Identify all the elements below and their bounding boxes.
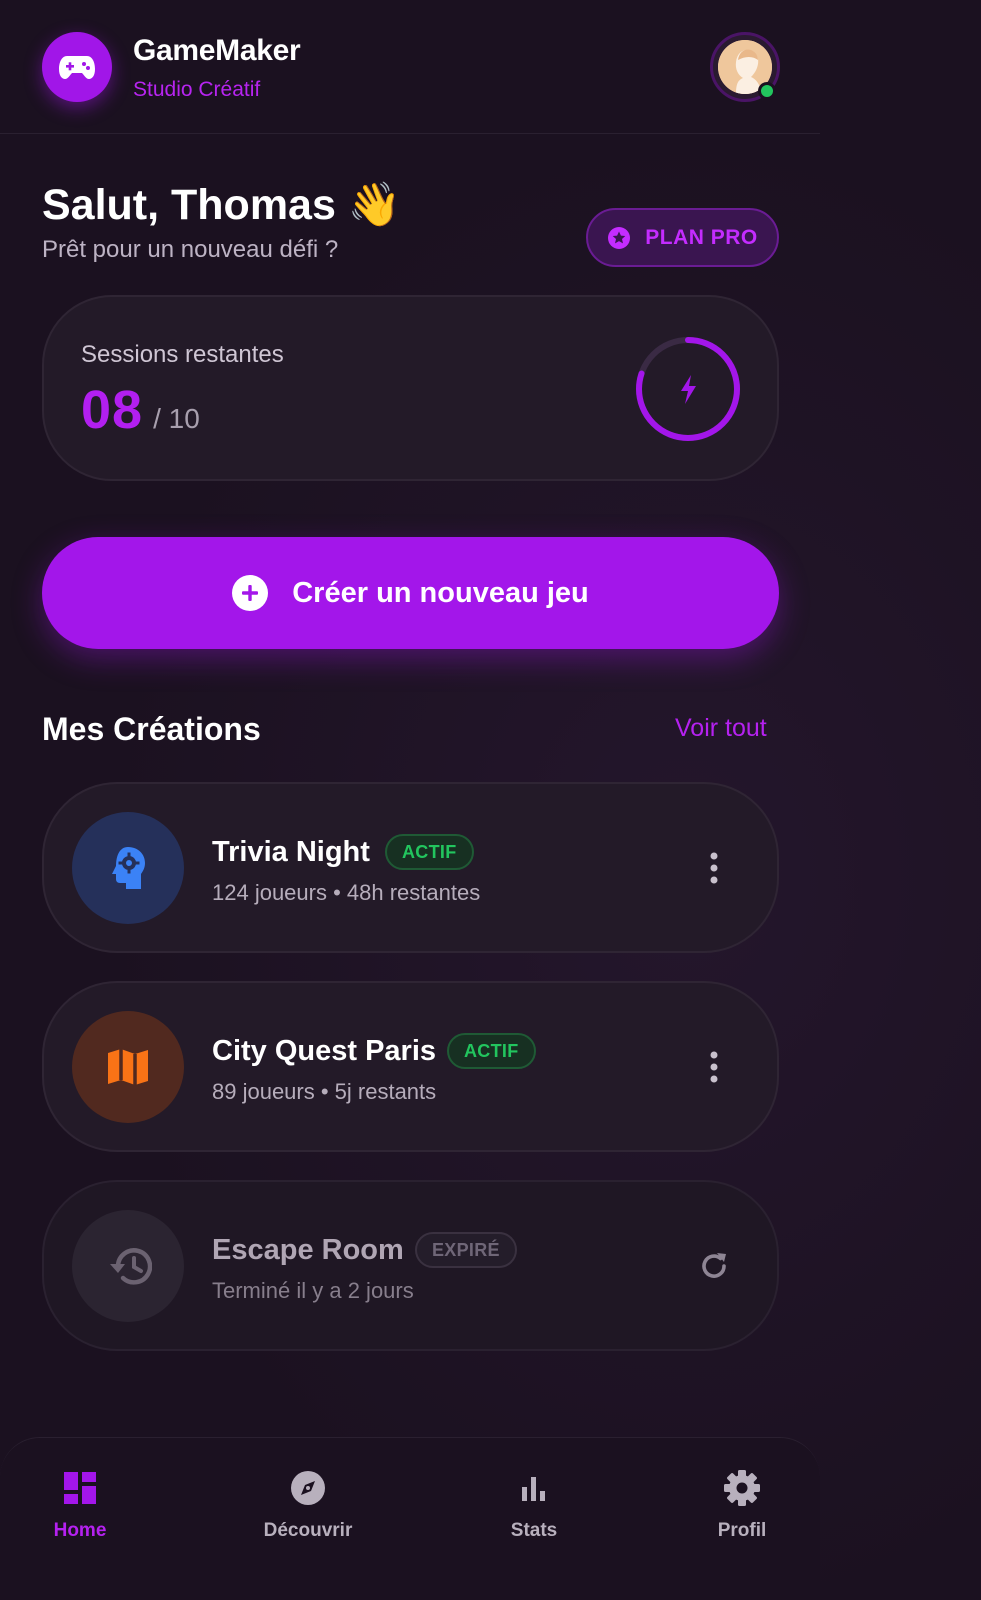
gear-icon: [722, 1468, 762, 1508]
bar-chart-icon: [514, 1468, 554, 1508]
status-badge: ACTIF: [447, 1033, 536, 1069]
creation-title: Escape Room: [212, 1234, 404, 1266]
plan-pro-label: PLAN PRO: [645, 225, 758, 249]
nav-item-profil[interactable]: Profil: [682, 1468, 802, 1542]
sessions-progress-ring: [636, 337, 740, 441]
see-all-link[interactable]: Voir tout: [675, 714, 767, 743]
nav-item-decouvrir[interactable]: Découvrir: [248, 1468, 368, 1542]
more-vertical-icon[interactable]: [694, 848, 734, 888]
gamepad-icon: [59, 56, 95, 79]
section-title: Mes Créations: [42, 711, 261, 747]
nav-label: Profil: [717, 1520, 767, 1541]
sessions-card: Sessions restantes 08 / 10: [42, 295, 779, 481]
app-header: GameMaker Studio Créatif: [0, 0, 820, 134]
sessions-label: Sessions restantes: [81, 341, 284, 368]
refresh-icon[interactable]: [694, 1246, 734, 1286]
app-subtitle: Studio Créatif: [133, 78, 261, 101]
plan-pro-button[interactable]: PLAN PRO: [586, 208, 779, 267]
nav-label: Stats: [510, 1520, 558, 1541]
app-logo[interactable]: [42, 32, 112, 102]
nav-item-home[interactable]: Home: [20, 1468, 140, 1542]
creation-meta: Terminé il y a 2 jours: [212, 1278, 414, 1303]
create-game-label: Créer un nouveau jeu: [292, 576, 589, 609]
more-vertical-icon[interactable]: [694, 1047, 734, 1087]
map-icon: [72, 1011, 184, 1123]
creation-card-trivia-night[interactable]: Trivia Night ACTIF 124 joueurs • 48h res…: [42, 782, 779, 953]
lightning-icon: [681, 375, 696, 404]
app-screen: GameMaker Studio Créatif Salut, Thomas 👋…: [0, 0, 820, 1600]
compass-icon: [288, 1468, 328, 1508]
create-game-button[interactable]: Créer un nouveau jeu: [42, 537, 779, 649]
sessions-remaining: 08: [81, 380, 144, 440]
status-badge: ACTIF: [385, 834, 474, 870]
nav-item-stats[interactable]: Stats: [474, 1468, 594, 1542]
creation-title: City Quest Paris: [212, 1035, 437, 1067]
greeting-subtitle: Prêt pour un nouveau défi ?: [42, 236, 339, 263]
sessions-total: / 10: [153, 403, 200, 434]
dashboard-icon: [60, 1468, 100, 1508]
history-icon: [72, 1210, 184, 1322]
brain-gear-icon: [72, 812, 184, 924]
creation-meta: 124 joueurs • 48h restantes: [212, 880, 481, 905]
online-status-dot: [758, 82, 776, 100]
nav-label: Home: [53, 1520, 107, 1541]
sessions-count: 08 / 10: [81, 379, 200, 441]
creation-meta: 89 joueurs • 5j restants: [212, 1079, 437, 1104]
creation-title: Trivia Night: [212, 836, 370, 868]
greeting-title: Salut, Thomas 👋: [42, 181, 402, 229]
nav-label: Découvrir: [263, 1520, 353, 1541]
creation-card-city-quest-paris[interactable]: City Quest Paris ACTIF 89 joueurs • 5j r…: [42, 981, 779, 1152]
status-badge: EXPIRÉ: [415, 1232, 517, 1268]
creation-card-escape-room[interactable]: Escape Room EXPIRÉ Terminé il y a 2 jour…: [42, 1180, 779, 1351]
star-badge-icon: [608, 226, 631, 249]
plus-circle-icon: [232, 575, 269, 611]
bottom-nav: Home Découvrir Stats Profil: [0, 1437, 820, 1600]
app-name: GameMaker: [133, 34, 301, 67]
